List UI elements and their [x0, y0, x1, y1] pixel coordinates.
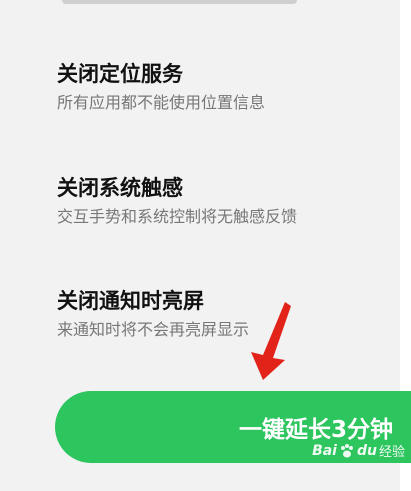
option-title: 关闭通知时亮屏 [57, 289, 204, 313]
baidu-jingyan-watermark: Bai du 经验 [312, 441, 405, 461]
watermark-brand-left: Bai [312, 442, 337, 459]
option-subtitle: 交互手势和系统控制将无触感反馈 [57, 207, 298, 226]
paw-icon [340, 443, 353, 457]
option-subtitle: 来通知时将不会再亮屏显示 [57, 320, 250, 339]
red-arrow-icon [251, 302, 291, 380]
option-disable-haptics[interactable]: 关闭系统触感 交互手势和系统控制将无触感反馈 [57, 175, 297, 228]
watermark-brand-right: du [356, 442, 377, 459]
option-title: 关闭系统触感 [57, 176, 183, 200]
extend-button-label: 一键延长3分钟 [238, 417, 393, 443]
cut-off-text [62, 0, 297, 4]
watermark-suffix: 经验 [378, 445, 405, 460]
option-disable-location[interactable]: 关闭定位服务 所有应用都不能使用位置信息 [57, 61, 265, 114]
option-title: 关闭定位服务 [57, 62, 183, 86]
option-disable-notification-wake[interactable]: 关闭通知时亮屏 来通知时将不会再亮屏显示 [57, 288, 249, 341]
option-subtitle: 所有应用都不能使用位置信息 [57, 93, 266, 112]
